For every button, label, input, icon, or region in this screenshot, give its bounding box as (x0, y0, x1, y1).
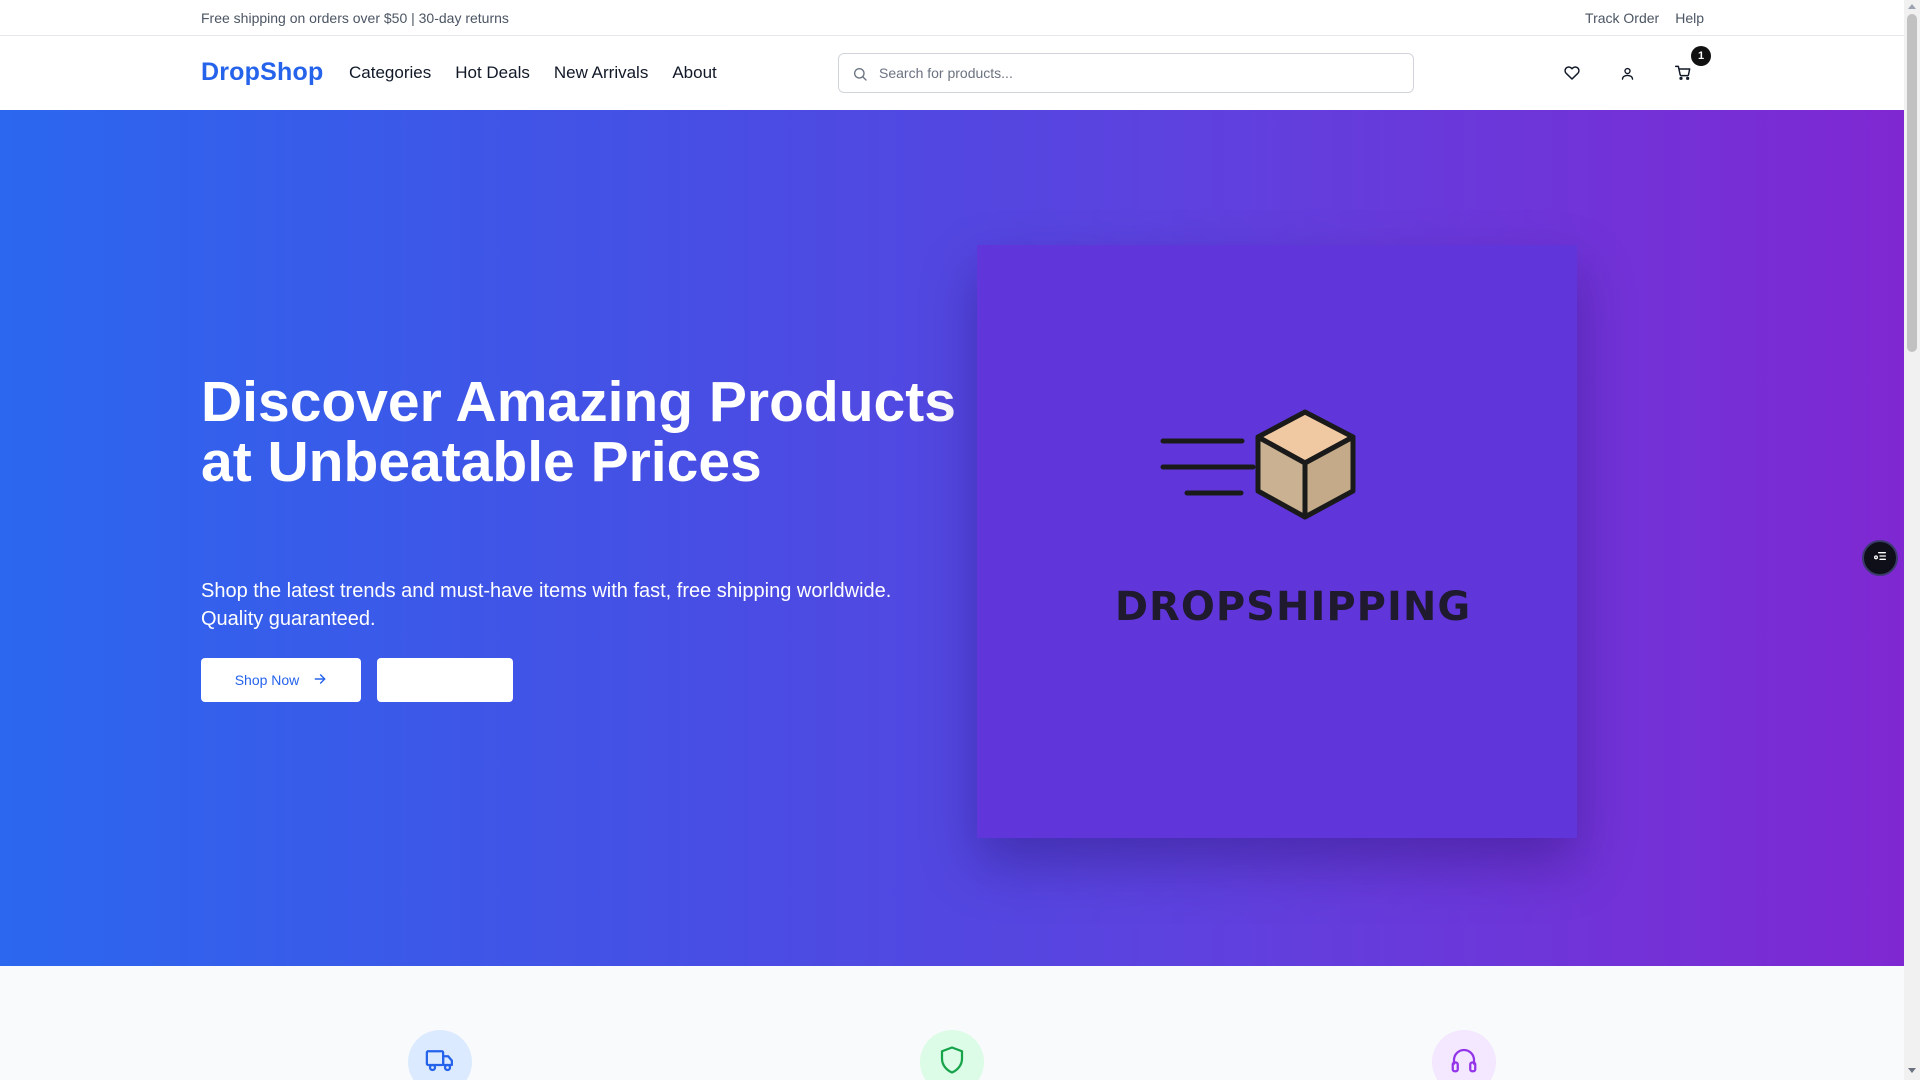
shop-now-label: Shop Now (234, 672, 300, 688)
main-nav: Categories Hot Deals New Arrivals About (349, 63, 717, 83)
user-icon[interactable] (1616, 62, 1638, 84)
hero-section: Discover Amazing Products at Unbeatable … (0, 110, 1904, 966)
shipping-promo-text: Free shipping on orders over $50 | 30-da… (201, 10, 509, 26)
nav-new-arrivals[interactable]: New Arrivals (554, 63, 648, 83)
feature-shipping (408, 1030, 472, 1080)
nav-categories[interactable]: Categories (349, 63, 431, 83)
feature-secure (920, 1030, 984, 1080)
truck-icon (425, 1045, 455, 1080)
arrow-right-icon (313, 672, 327, 689)
filter-list-icon (1872, 548, 1888, 569)
search-box (838, 53, 1414, 93)
feature-support (1432, 1030, 1496, 1080)
heart-icon[interactable] (1561, 62, 1583, 84)
hero-subtitle: Shop the latest trends and must-have ite… (201, 580, 892, 630)
scroll-up-arrow-icon[interactable] (1908, 4, 1916, 9)
site-header: DropShop Categories Hot Deals New Arriva… (0, 36, 1904, 110)
package-icon (1160, 409, 1356, 520)
cart-icon[interactable] (1672, 62, 1694, 84)
search-input[interactable] (879, 54, 1399, 92)
secondary-hero-button[interactable] (377, 658, 513, 702)
announcement-bar: Free shipping on orders over $50 | 30-da… (0, 0, 1904, 36)
track-order-link[interactable]: Track Order (1585, 10, 1659, 26)
utility-links: Track Order Help (1585, 10, 1704, 26)
nav-about[interactable]: About (672, 63, 716, 83)
page-scrollbar[interactable] (1904, 0, 1920, 1080)
cart-count-badge: 1 (1691, 46, 1711, 66)
shield-icon (937, 1045, 967, 1080)
dropshipping-logo-text: DROPSHIPPING (1115, 584, 1471, 630)
scroll-down-arrow-icon[interactable] (1908, 1068, 1916, 1073)
headphones-icon (1449, 1045, 1479, 1080)
search-icon (852, 66, 868, 82)
hero-image: DROPSHIPPING (977, 245, 1577, 838)
hero-title: Discover Amazing Products at Unbeatable … (201, 370, 956, 494)
help-link[interactable]: Help (1675, 10, 1704, 26)
scrollbar-thumb[interactable] (1907, 14, 1917, 352)
features-section (0, 966, 1904, 1080)
shop-now-button[interactable]: Shop Now (201, 658, 361, 702)
site-logo[interactable]: DropShop (201, 58, 323, 87)
nav-hot-deals[interactable]: Hot Deals (455, 63, 530, 83)
floating-menu-button[interactable] (1862, 540, 1898, 576)
